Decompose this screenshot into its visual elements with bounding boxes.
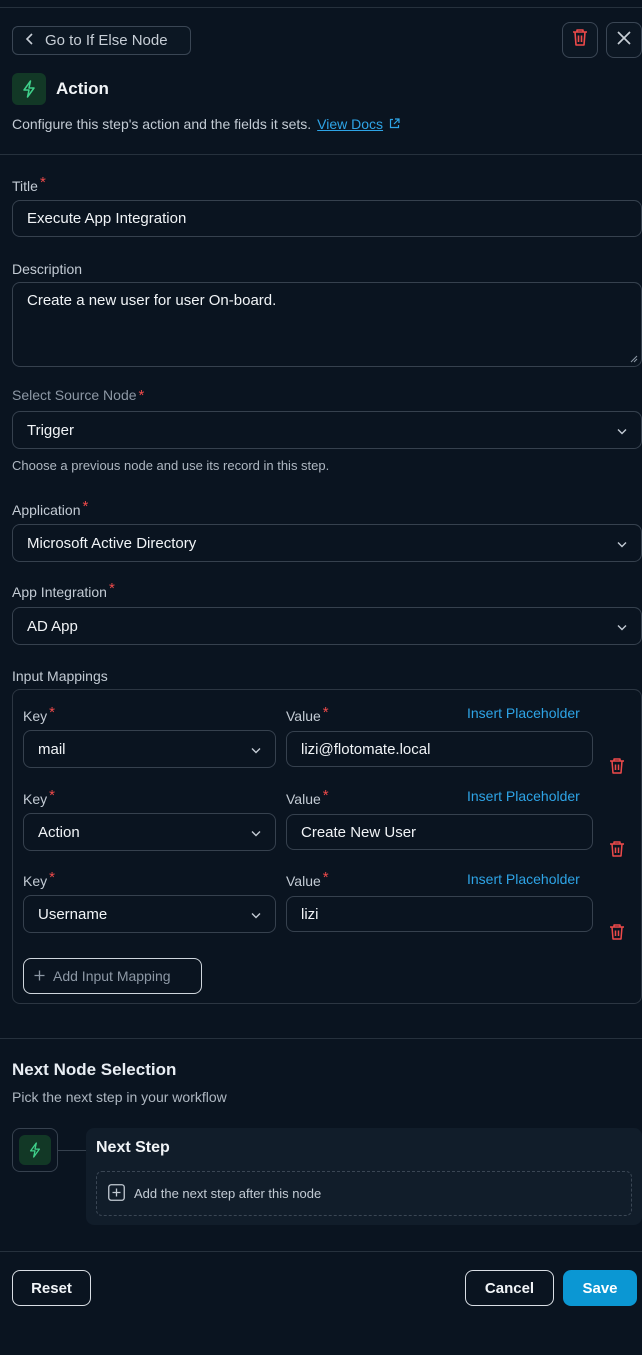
source-node-help: Choose a previous node and use its recor… [12, 458, 330, 473]
mapping-key-value: mail [38, 740, 66, 758]
description-label: Description [12, 261, 83, 277]
external-link-icon [387, 116, 400, 132]
mapping-key-select[interactable]: Action [23, 813, 276, 851]
trash-icon[interactable] [608, 923, 626, 946]
input-mappings-label: Input Mappings [12, 668, 108, 684]
back-to-node-button[interactable]: Go to If Else Node [12, 26, 191, 55]
plus-icon [34, 968, 45, 984]
panel-title: Action [56, 79, 109, 98]
description-textarea[interactable]: Create a new user for user On-board. [12, 282, 642, 367]
source-node-label: Select Source Node * [12, 387, 145, 404]
mapping-key-select[interactable]: mail [23, 730, 276, 768]
close-icon [617, 30, 631, 50]
insert-placeholder-link[interactable]: Insert Placeholder [467, 788, 580, 804]
next-step-title: Next Step [96, 1139, 170, 1156]
next-node-section-title: Next Node Selection [12, 1060, 177, 1079]
mapping-key-label: Key * [23, 787, 55, 807]
mapping-value-input[interactable]: lizi@flotomate.local [286, 731, 593, 767]
application-label: Application * [12, 498, 89, 518]
mapping-value-input[interactable]: Create New User [286, 814, 593, 850]
mapping-key-label: Key * [23, 869, 55, 889]
header-divider [0, 154, 642, 155]
add-input-mapping-label: Add Input Mapping [53, 968, 171, 984]
cancel-button[interactable]: Cancel [465, 1270, 554, 1306]
chevron-down-icon [251, 906, 261, 923]
node-connector-line [58, 1150, 86, 1151]
description-text: Create a new user for user On-board. [27, 292, 277, 309]
lightning-icon [12, 73, 46, 105]
footer-divider [0, 1251, 642, 1252]
title-input[interactable]: Execute App Integration [12, 200, 642, 237]
source-node-value: Trigger [27, 421, 74, 439]
app-integration-value: AD App [27, 617, 78, 635]
mapping-key-label: Key * [23, 704, 55, 724]
trash-icon[interactable] [608, 840, 626, 863]
add-next-step-label: Add the next step after this node [134, 1186, 322, 1201]
title-label: Title * [12, 174, 46, 194]
mapping-value-label: Value * [286, 704, 329, 724]
top-divider [0, 7, 642, 8]
section-divider [0, 1038, 642, 1039]
save-button[interactable]: Save [563, 1270, 637, 1306]
mapping-value-input[interactable]: lizi [286, 896, 593, 932]
mapping-value-label: Value * [286, 787, 329, 807]
close-panel-button[interactable] [606, 22, 642, 58]
next-node-section-subtitle: Pick the next step in your workflow [12, 1089, 227, 1105]
chevron-down-icon [617, 618, 627, 635]
chevron-down-icon [617, 422, 627, 439]
mapping-key-select[interactable]: Username [23, 895, 276, 933]
panel-subtitle: Configure this step's action and the fie… [12, 116, 400, 132]
resize-handle-icon[interactable] [629, 354, 638, 363]
view-docs-link[interactable]: View Docs [317, 116, 383, 132]
current-node-badge [12, 1128, 58, 1172]
mapping-key-value: Username [38, 905, 108, 923]
plus-square-icon [108, 1183, 125, 1204]
source-node-select[interactable]: Trigger [12, 411, 642, 449]
subtitle-text: Configure this step's action and the fie… [12, 116, 312, 132]
app-integration-select[interactable]: AD App [12, 607, 642, 645]
add-input-mapping-button[interactable]: Add Input Mapping [23, 958, 202, 994]
add-next-step-button[interactable]: Add the next step after this node [96, 1171, 632, 1216]
insert-placeholder-link[interactable]: Insert Placeholder [467, 705, 580, 721]
delete-node-button[interactable] [562, 22, 598, 58]
insert-placeholder-link[interactable]: Insert Placeholder [467, 871, 580, 887]
application-select[interactable]: Microsoft Active Directory [12, 524, 642, 562]
chevron-down-icon [251, 741, 261, 758]
back-button-label: Go to If Else Node [45, 32, 168, 49]
chevron-down-icon [251, 824, 261, 841]
application-value: Microsoft Active Directory [27, 534, 197, 552]
lightning-icon [19, 1135, 51, 1165]
reset-button[interactable]: Reset [12, 1270, 91, 1306]
app-integration-label: App Integration * [12, 580, 115, 600]
mapping-value-label: Value * [286, 869, 329, 889]
chevron-down-icon [617, 535, 627, 552]
mapping-key-value: Action [38, 823, 80, 841]
view-docs-label: View Docs [317, 116, 384, 132]
trash-icon [571, 28, 589, 52]
chevron-left-icon [25, 32, 35, 49]
trash-icon[interactable] [608, 757, 626, 780]
